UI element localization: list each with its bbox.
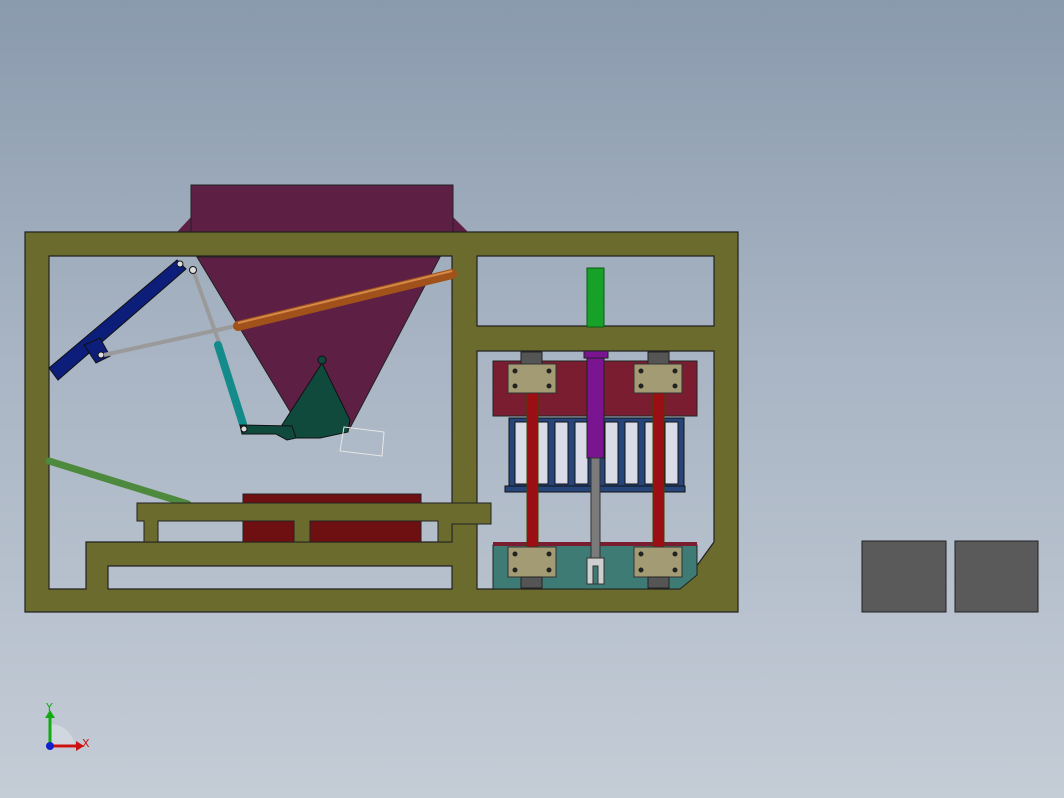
press-piston-rod [590,457,601,559]
top-green-cylinder [586,267,605,328]
press-cylinder-cap [583,350,609,359]
concrete-block [861,540,947,613]
press-cylinder-body [586,357,605,459]
coordinate-triad: X Y [45,701,90,751]
concrete-block [954,540,1039,613]
pivot-pin [176,260,184,268]
x-axis-label: X [82,737,90,750]
press-assembly[interactable] [492,267,698,590]
cad-viewport[interactable]: X Y [0,0,1064,798]
z-axis-dot [46,742,54,750]
output-blocks[interactable] [861,540,1039,613]
guide-rod-left [526,391,539,553]
teal-hydraulic-cylinder [214,341,247,428]
hopper-top-box [190,184,454,234]
blue-support-arm [48,259,187,381]
pivot-pin [189,266,197,274]
hopper-side-flange-left [178,217,191,233]
y-axis-label: Y [45,701,53,714]
hopper-side-flange-right [453,217,467,233]
upper-clamp-right [633,351,683,394]
pivot-pin [240,425,248,433]
pivot-pin [97,351,105,359]
upper-clamp-left [507,351,557,394]
guide-rod-right [652,391,665,553]
gate-lever [239,424,297,441]
green-hydraulic-cylinder [45,457,192,508]
rod-clevis [586,557,605,585]
triad-arc [50,724,75,748]
pivot-pin [317,355,327,365]
